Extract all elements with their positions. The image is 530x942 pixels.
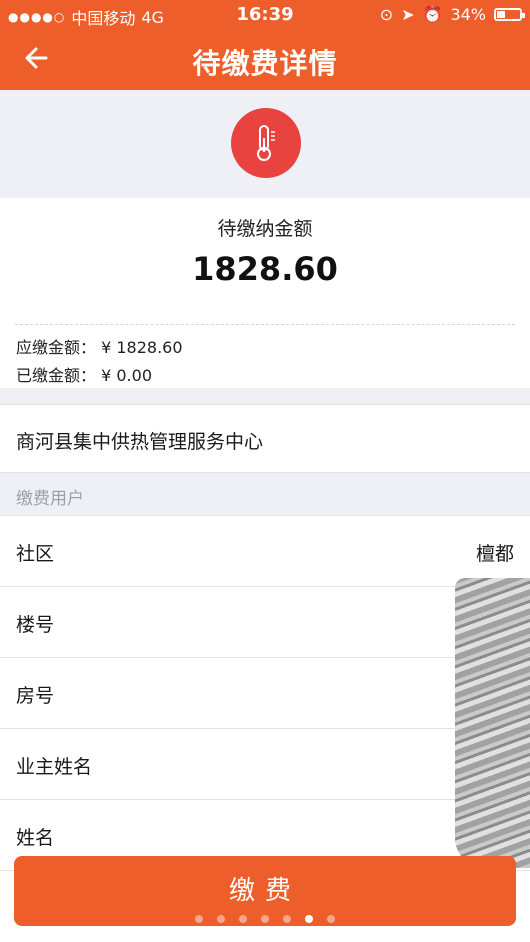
paid-amount-value: ¥ 0.00: [101, 366, 152, 385]
section-header: 缴费用户: [0, 472, 530, 516]
organization-name: 商河县集中供热管理服务中心: [16, 431, 264, 453]
field-row-owner: 业主姓名: [0, 729, 530, 800]
field-value: 檀都: [475, 543, 514, 565]
page-title: 待缴费详情: [192, 47, 338, 80]
page-indicator: [0, 908, 530, 927]
amount-label: 待缴纳金额: [217, 218, 313, 240]
page-dot: [261, 915, 269, 923]
paid-amount-row: 已缴金额： ¥ 0.00: [16, 362, 152, 386]
section-title: 缴费用户: [16, 489, 84, 509]
field-label: 姓名: [16, 827, 55, 849]
due-amount-value: ¥ 1828.60: [101, 338, 183, 357]
divider: [15, 324, 515, 325]
navigation-bar: 待缴费详情: [0, 30, 530, 90]
page-dot: [195, 915, 203, 923]
header: ●●●●○ 中国移动 4G 16:39 ⊙ ➤ ⏰ 34% 待缴费详情: [0, 0, 530, 90]
hero-banner: [0, 90, 530, 198]
page-dot: [327, 915, 335, 923]
due-amount-row: 应缴金额： ¥ 1828.60: [16, 334, 183, 358]
page-dot: [283, 915, 291, 923]
spacer: [0, 388, 530, 404]
paid-amount-label: 已缴金额：: [16, 366, 97, 385]
redaction-mask: [455, 578, 530, 868]
page-dot: [239, 915, 247, 923]
rotation-lock-icon: ⊙: [379, 5, 394, 24]
field-row-room: 房号: [0, 658, 530, 729]
field-label: 业主姓名: [16, 756, 93, 778]
status-bar: ●●●●○ 中国移动 4G 16:39 ⊙ ➤ ⏰ 34%: [0, 0, 530, 30]
field-row-community: 社区 檀都: [0, 516, 530, 587]
field-label: 房号: [16, 685, 55, 707]
field-row-building: 楼号: [0, 587, 530, 658]
page-dot: [217, 915, 225, 923]
thermometer-icon: [231, 108, 301, 178]
field-label: 楼号: [16, 614, 55, 636]
due-amount-label: 应缴金额：: [16, 338, 97, 357]
battery-icon: [494, 8, 525, 21]
location-icon: ➤: [401, 5, 415, 24]
amount-value: 1828.60: [192, 250, 338, 288]
battery-percent: 34%: [450, 5, 486, 24]
organization-row: 商河县集中供热管理服务中心: [0, 404, 530, 472]
alarm-icon: ⏰: [422, 5, 443, 24]
page-dot: [305, 915, 313, 923]
amount-summary: 待缴纳金额 1828.60 应缴金额： ¥ 1828.60 已缴金额： ¥ 0.…: [0, 198, 530, 388]
field-label: 社区: [16, 543, 55, 565]
